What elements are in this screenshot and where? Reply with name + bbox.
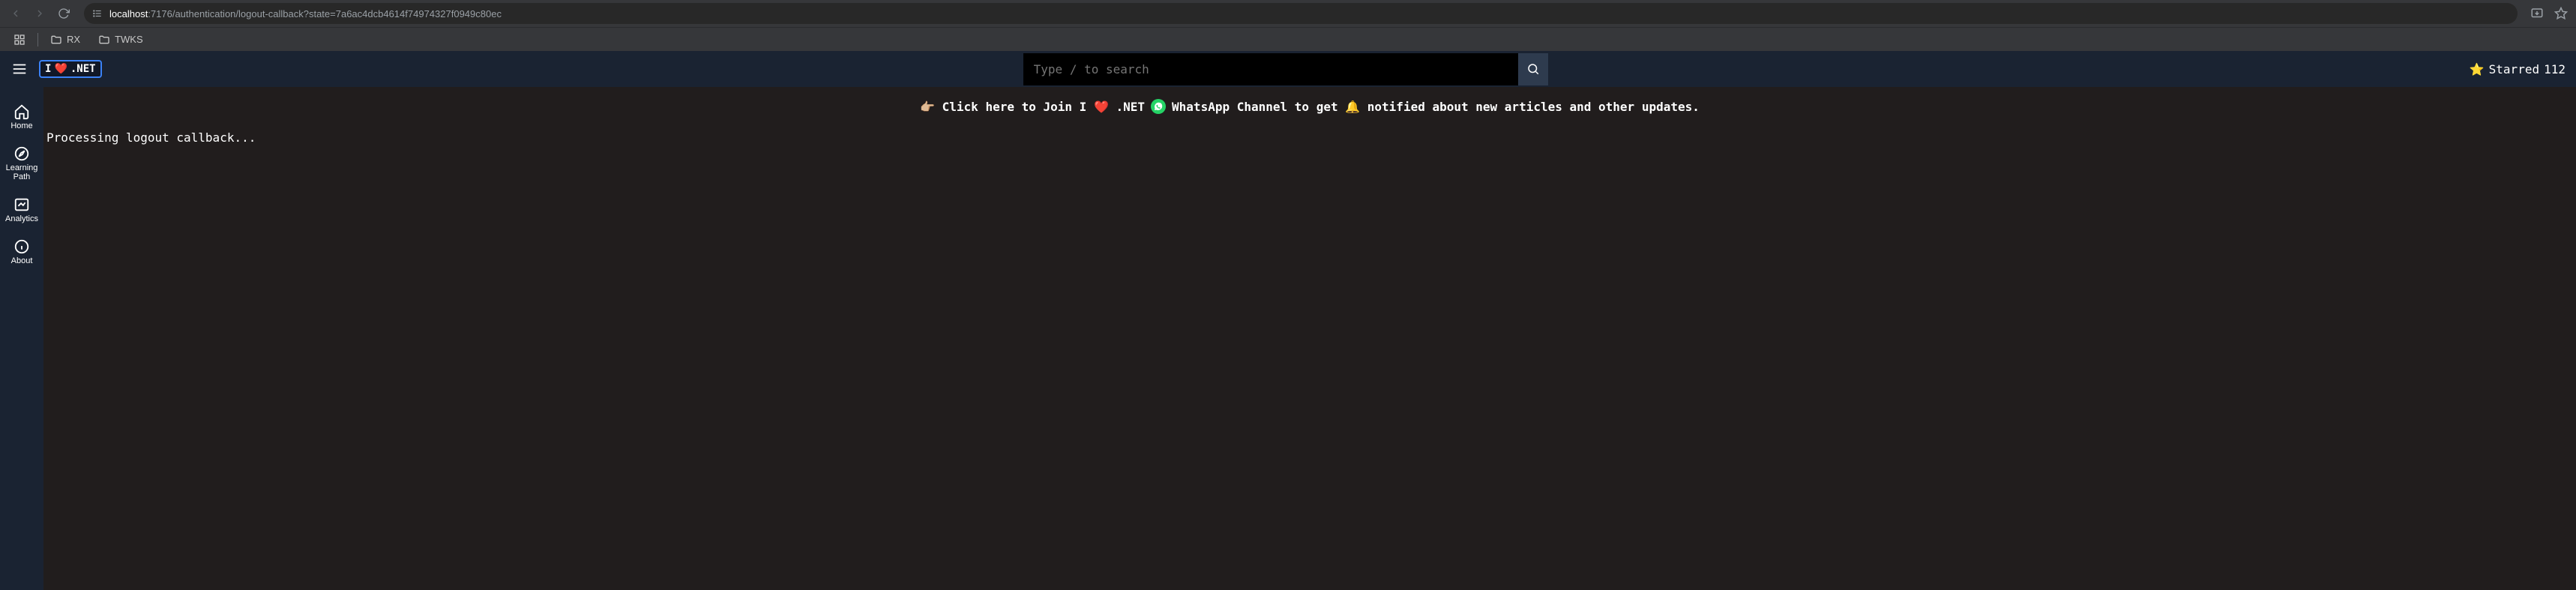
sidebar-item-analytics[interactable]: Analytics xyxy=(0,195,43,225)
url-bar[interactable]: localhost:7176/authentication/logout-cal… xyxy=(84,3,2518,24)
sidebar-item-label: Analytics xyxy=(5,214,38,223)
home-icon xyxy=(13,103,30,120)
install-app-icon[interactable] xyxy=(2530,6,2545,21)
starred-counter[interactable]: ⭐ Starred 112 xyxy=(2470,62,2570,76)
bookmark-label: RX xyxy=(67,34,80,45)
logout-status-text: Processing logout callback... xyxy=(43,126,2576,145)
app-body: Home Learning Path Analytics About 👉🏼 Cl… xyxy=(0,51,2576,590)
bookmark-folder-twks[interactable]: TWKS xyxy=(92,31,149,48)
main-content: 👉🏼 Click here to Join I ❤️ .NET WhatsApp… xyxy=(43,51,2576,590)
apps-grid-icon[interactable] xyxy=(7,31,31,48)
divider xyxy=(37,33,38,46)
browser-nav-bar: localhost:7176/authentication/logout-cal… xyxy=(0,0,2576,27)
search-bar xyxy=(1023,53,1548,85)
compass-icon xyxy=(13,145,30,162)
sidebar-item-label: Learning Path xyxy=(0,163,43,181)
menu-button[interactable] xyxy=(6,55,33,82)
whatsapp-icon xyxy=(1151,99,1166,114)
chart-icon xyxy=(13,196,30,213)
star-icon: ⭐ xyxy=(2470,62,2485,76)
sidebar-item-label: About xyxy=(11,256,33,265)
search-container xyxy=(102,53,2470,85)
url-host: localhost xyxy=(109,8,148,19)
search-input[interactable] xyxy=(1023,53,1518,85)
whatsapp-banner[interactable]: 👉🏼 Click here to Join I ❤️ .NET WhatsApp… xyxy=(43,87,2576,126)
site-settings-icon[interactable] xyxy=(91,7,103,19)
app-header: I ❤️ .NET ⭐ Starred 112 xyxy=(0,51,2576,87)
sidebar-item-about[interactable]: About xyxy=(0,237,43,267)
url-path: :7176/authentication/logout-callback?sta… xyxy=(148,8,502,19)
search-button[interactable] xyxy=(1518,53,1548,85)
sidebar-item-learning-path[interactable]: Learning Path xyxy=(0,144,43,183)
forward-button[interactable] xyxy=(31,5,48,22)
url-text: localhost:7176/authentication/logout-cal… xyxy=(109,8,502,19)
browser-toolbar-right xyxy=(2530,6,2569,21)
heart-icon: ❤️ xyxy=(54,63,67,75)
logo-text: I xyxy=(45,63,51,75)
info-icon xyxy=(13,238,30,255)
sidebar: Home Learning Path Analytics About xyxy=(0,51,43,590)
site-logo[interactable]: I ❤️ .NET xyxy=(39,60,102,78)
sidebar-item-home[interactable]: Home xyxy=(0,102,43,132)
reload-button[interactable] xyxy=(55,5,72,22)
sidebar-item-label: Home xyxy=(10,121,32,130)
logo-text: .NET xyxy=(70,63,96,75)
bookmark-label: TWKS xyxy=(115,34,143,45)
starred-label: Starred xyxy=(2489,62,2539,76)
banner-text-mid: WhatsApp Channel to get 🔔 notified about… xyxy=(1172,100,1700,114)
starred-count: 112 xyxy=(2544,62,2566,76)
back-button[interactable] xyxy=(7,5,24,22)
banner-text-pre: 👉🏼 Click here to Join I ❤️ .NET xyxy=(920,100,1145,114)
bookmarks-bar: RX TWKS xyxy=(0,27,2576,51)
bookmark-star-icon[interactable] xyxy=(2554,6,2569,21)
bookmark-folder-rx[interactable]: RX xyxy=(44,31,86,48)
